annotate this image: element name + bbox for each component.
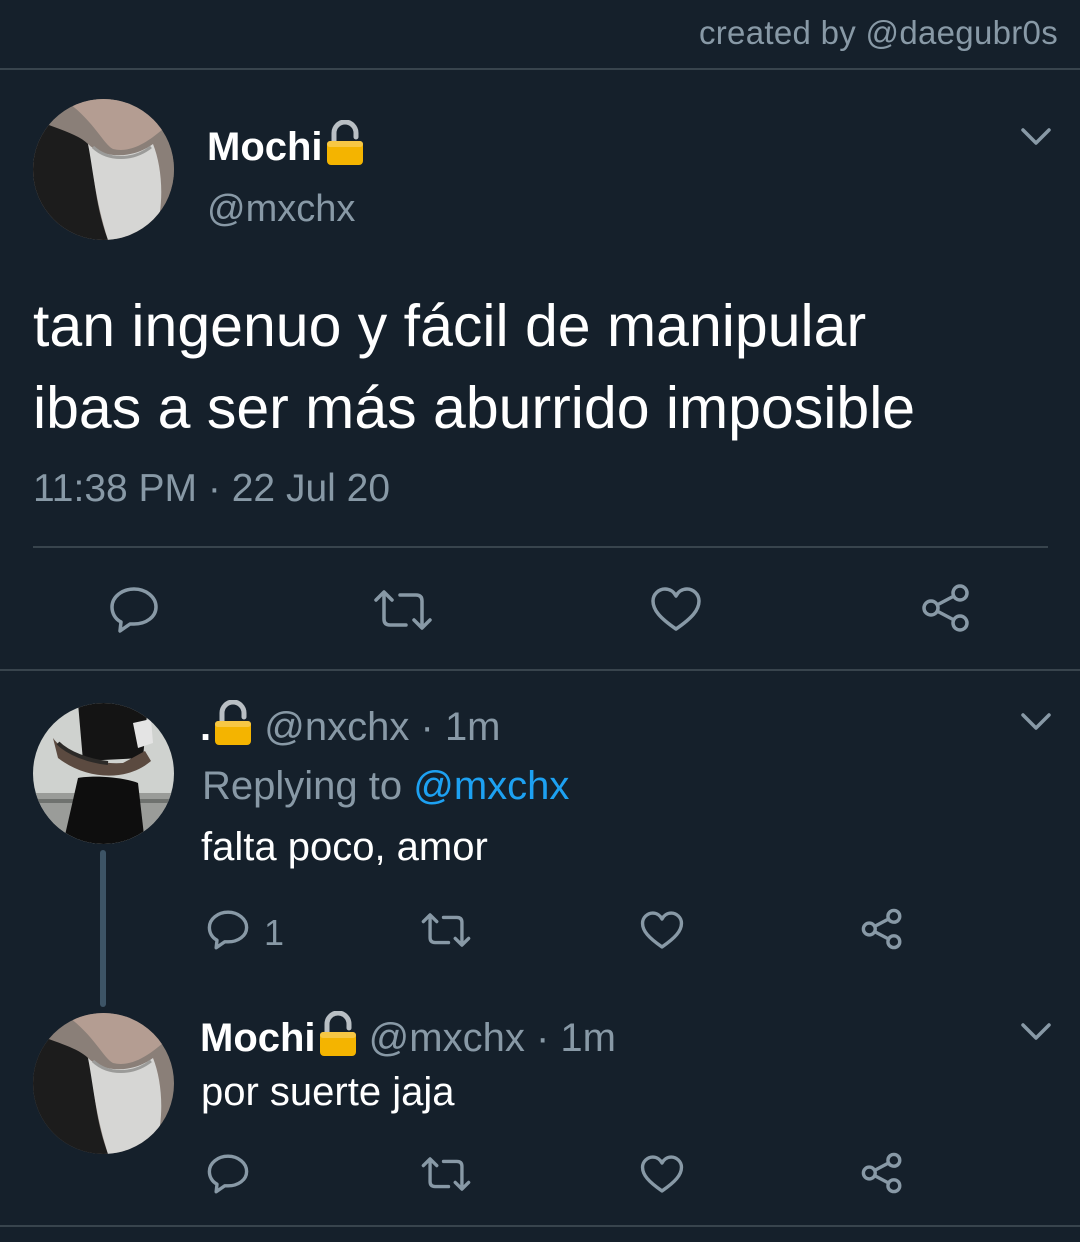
main-retweet-button[interactable] (372, 587, 434, 638)
chevron-down-icon[interactable] (1020, 126, 1052, 153)
share-icon (860, 907, 904, 956)
main-tweet-text: tan ingenuo y fácil de manipular ibas a … (33, 293, 916, 441)
reply1-handle: @nxchx (264, 705, 410, 749)
retweet-icon (372, 587, 434, 638)
main-tweet-author[interactable]: Mochi (207, 119, 365, 170)
lock-icon (318, 1010, 358, 1061)
reply2-age: 1m (560, 1016, 616, 1060)
main-tweet-handle[interactable]: @mxchx (207, 188, 355, 231)
reply-icon (108, 585, 160, 640)
thread-connector (100, 850, 106, 1007)
reply2-avatar[interactable] (33, 1013, 174, 1154)
main-tweet-avatar[interactable] (33, 99, 174, 240)
reply1-retweet-button[interactable] (420, 910, 472, 955)
reply1-reply-count: 1 (264, 911, 285, 953)
replying-to-label: Replying to (202, 764, 403, 808)
main-like-button[interactable] (650, 586, 702, 637)
share-icon (920, 583, 972, 638)
reply1-reply-button[interactable]: 1 (206, 908, 284, 957)
reply2-text: por suerte jaja (201, 1070, 455, 1114)
reply2-retweet-button[interactable] (420, 1154, 472, 1199)
chevron-down-icon[interactable] (1020, 711, 1052, 738)
reply1-header[interactable]: . @nxchx · 1m (200, 699, 501, 750)
reply2-like-button[interactable] (640, 1154, 684, 1199)
heart-icon (650, 586, 702, 637)
main-share-button[interactable] (920, 583, 972, 638)
reply1-avatar[interactable] (33, 703, 174, 844)
reply1-text: falta poco, amor (201, 825, 488, 869)
reply-icon (206, 1152, 250, 1201)
main-tweet-author-name: Mochi (207, 125, 323, 169)
top-divider (0, 68, 1080, 70)
reply2-header[interactable]: Mochi @mxchx · 1m (200, 1010, 616, 1061)
date-separator: · (207, 467, 221, 510)
share-icon (860, 1151, 904, 1200)
reply2-reply-button[interactable] (206, 1152, 250, 1201)
reply1-like-button[interactable] (640, 910, 684, 955)
main-reply-button[interactable] (108, 585, 160, 640)
main-tweet-divider (33, 546, 1048, 548)
reply1-age: 1m (444, 705, 501, 749)
reply2-handle: @mxchx (368, 1016, 525, 1060)
tweet-time: 11:38 PM (33, 467, 198, 510)
replying-to-line: Replying to @mxchx (202, 764, 569, 809)
replying-to-mention[interactable]: @mxchx (413, 764, 569, 808)
chevron-down-icon[interactable] (1020, 1021, 1052, 1048)
reply1-separator: · (420, 705, 434, 749)
creator-credit: created by @daegubr0s (698, 14, 1058, 51)
lock-icon (325, 119, 365, 170)
reply1-author-name: . (200, 705, 212, 749)
reply2-separator: · (535, 1016, 550, 1060)
retweet-icon (420, 1154, 472, 1199)
tweet-date: 22 Jul 20 (231, 467, 391, 510)
bottom-divider (0, 1225, 1080, 1227)
reply2-author-name: Mochi (200, 1016, 316, 1060)
reply1-share-button[interactable] (860, 907, 904, 956)
heart-icon (640, 910, 684, 955)
heart-icon (640, 1154, 684, 1199)
reply-icon (206, 908, 250, 957)
reply2-share-button[interactable] (860, 1151, 904, 1200)
lock-icon (213, 699, 253, 750)
main-tweet-bottom-divider (0, 669, 1080, 671)
main-tweet-timestamp[interactable]: 11:38 PM · 22 Jul 20 (33, 467, 390, 511)
retweet-icon (420, 910, 472, 955)
